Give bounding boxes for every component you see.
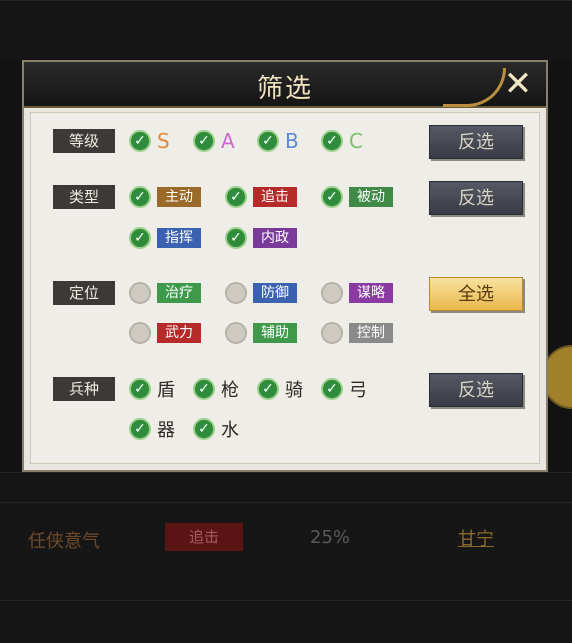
check-icon: ✓ bbox=[225, 227, 247, 249]
type-invert-button[interactable]: 反选 bbox=[429, 181, 523, 215]
check-icon: ✓ bbox=[257, 130, 279, 152]
troop-label: 兵种 bbox=[53, 377, 115, 401]
position-option-support[interactable]: 辅助 bbox=[225, 320, 297, 346]
troop-option-bow[interactable]: ✓ 弓 bbox=[321, 376, 367, 402]
check-icon: ✓ bbox=[129, 186, 151, 208]
type-label: 类型 bbox=[53, 185, 115, 209]
check-icon: ✓ bbox=[321, 130, 343, 152]
grade-option-c[interactable]: ✓ C bbox=[321, 128, 363, 154]
unchecked-circle-icon bbox=[129, 282, 151, 304]
check-icon: ✓ bbox=[129, 378, 151, 400]
check-icon: ✓ bbox=[257, 378, 279, 400]
skill-name: 任侠意气 bbox=[28, 531, 100, 552]
troop-option-siege[interactable]: ✓ 器 bbox=[129, 416, 175, 442]
close-x-icon[interactable]: ✕ bbox=[496, 64, 540, 104]
skill-rate: 25% bbox=[310, 527, 351, 548]
position-option-force[interactable]: 武力 bbox=[129, 320, 201, 346]
type-option-command[interactable]: ✓ 指挥 bbox=[129, 225, 201, 251]
troop-option-shield[interactable]: ✓ 盾 bbox=[129, 376, 175, 402]
type-option-internal[interactable]: ✓ 内政 bbox=[225, 225, 297, 251]
check-icon: ✓ bbox=[193, 130, 215, 152]
grade-label: 等级 bbox=[53, 129, 115, 153]
position-label: 定位 bbox=[53, 281, 115, 305]
type-option-active[interactable]: ✓ 主动 bbox=[129, 184, 201, 210]
grade-option-s[interactable]: ✓ S bbox=[129, 128, 170, 154]
troop-option-cavalry[interactable]: ✓ 骑 bbox=[257, 376, 303, 402]
check-icon: ✓ bbox=[321, 378, 343, 400]
check-icon: ✓ bbox=[129, 227, 151, 249]
unchecked-circle-icon bbox=[129, 322, 151, 344]
troop-option-navy[interactable]: ✓ 水 bbox=[193, 416, 239, 442]
general-name-link[interactable]: 甘宁 bbox=[458, 525, 494, 551]
filter-dialog: 筛选 ✕ 等级 ✓ S ✓ A ✓ B ✓ C 反选 类型 ✓ 主动 ✓ 追击 … bbox=[22, 60, 548, 472]
check-icon: ✓ bbox=[129, 130, 151, 152]
unchecked-circle-icon bbox=[225, 322, 247, 344]
position-select-all-button[interactable]: 全选 bbox=[429, 277, 523, 311]
check-icon: ✓ bbox=[193, 418, 215, 440]
position-option-heal[interactable]: 治疗 bbox=[129, 280, 201, 306]
check-icon: ✓ bbox=[129, 418, 151, 440]
unchecked-circle-icon bbox=[321, 282, 343, 304]
position-option-defense[interactable]: 防御 bbox=[225, 280, 297, 306]
position-option-control[interactable]: 控制 bbox=[321, 320, 393, 346]
troop-invert-button[interactable]: 反选 bbox=[429, 373, 523, 407]
filter-panel: 等级 ✓ S ✓ A ✓ B ✓ C 反选 类型 ✓ 主动 ✓ 追击 ✓ 被动 … bbox=[30, 112, 540, 464]
table-row[interactable]: 任侠意气 追击 25% 甘宁 bbox=[0, 502, 572, 601]
position-option-strategy[interactable]: 谋略 bbox=[321, 280, 393, 306]
skill-type-tag: 追击 bbox=[165, 523, 243, 551]
check-icon: ✓ bbox=[225, 186, 247, 208]
bg-row-gap bbox=[0, 472, 572, 503]
grade-invert-button[interactable]: 反选 bbox=[429, 125, 523, 159]
bg-row-top bbox=[0, 0, 572, 61]
dialog-header: 筛选 ✕ bbox=[24, 62, 546, 108]
table-row-partial bbox=[0, 600, 572, 643]
grade-option-b[interactable]: ✓ B bbox=[257, 128, 299, 154]
grade-option-a[interactable]: ✓ A bbox=[193, 128, 235, 154]
troop-option-spear[interactable]: ✓ 枪 bbox=[193, 376, 239, 402]
unchecked-circle-icon bbox=[321, 322, 343, 344]
type-option-pursuit[interactable]: ✓ 追击 bbox=[225, 184, 297, 210]
unchecked-circle-icon bbox=[225, 282, 247, 304]
type-option-passive[interactable]: ✓ 被动 bbox=[321, 184, 393, 210]
check-icon: ✓ bbox=[321, 186, 343, 208]
check-icon: ✓ bbox=[193, 378, 215, 400]
